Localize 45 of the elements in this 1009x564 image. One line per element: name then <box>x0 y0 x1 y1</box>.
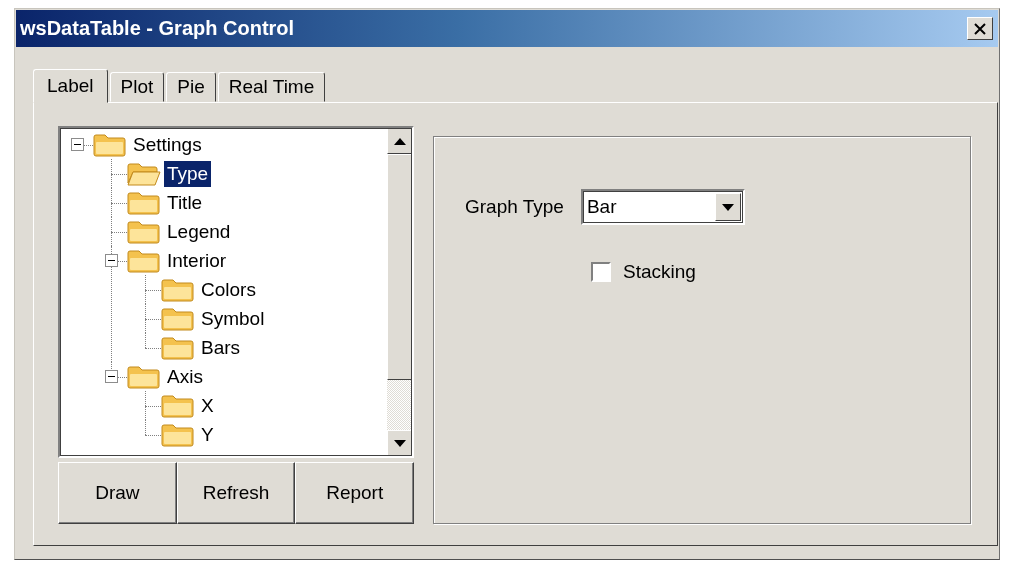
tree-item[interactable]: Bars <box>198 334 244 361</box>
tree-item[interactable]: Y <box>198 421 217 448</box>
tree-item[interactable]: Settings <box>130 131 205 158</box>
window-title: wsDataTable - Graph Control <box>20 17 295 40</box>
tab[interactable]: Real Time <box>217 72 326 102</box>
tree-item[interactable]: Interior <box>164 247 230 274</box>
folder-icon <box>161 306 195 331</box>
collapse-toggle-icon[interactable] <box>104 370 118 383</box>
tree-item[interactable]: Symbol <box>198 305 268 332</box>
graph-type-dropdown[interactable]: Bar <box>580 189 745 225</box>
tab[interactable]: Label <box>33 69 108 103</box>
close-button[interactable] <box>967 17 993 40</box>
tree-item[interactable]: Axis <box>164 363 206 390</box>
tree-item[interactable]: Legend <box>164 218 234 245</box>
folder-icon <box>161 335 195 360</box>
folder-icon <box>127 364 161 389</box>
dropdown-arrow-icon <box>721 203 734 211</box>
stacking-label: Stacking <box>623 261 696 283</box>
folder-icon <box>161 393 195 418</box>
up-arrow-icon <box>393 137 406 145</box>
folder-icon <box>127 190 161 215</box>
folder-icon <box>127 248 161 273</box>
scroll-up-button[interactable] <box>387 128 412 154</box>
action-button[interactable]: Refresh <box>176 462 296 524</box>
folder-icon <box>161 277 195 302</box>
close-icon <box>974 22 986 35</box>
tree-item[interactable]: Title <box>164 189 206 216</box>
tab[interactable]: Pie <box>166 72 216 102</box>
stacking-checkbox[interactable] <box>591 262 611 282</box>
collapse-toggle-icon[interactable] <box>104 254 118 267</box>
folder-icon <box>127 219 161 244</box>
graph-type-label: Graph Type <box>465 196 564 218</box>
open-folder-icon <box>127 161 161 186</box>
folder-icon <box>93 132 127 157</box>
scroll-down-button[interactable] <box>387 430 412 456</box>
action-button[interactable]: Draw <box>58 462 177 524</box>
action-button[interactable]: Report <box>295 462 414 524</box>
collapse-toggle-icon[interactable] <box>70 138 84 151</box>
folder-icon <box>161 422 195 447</box>
tree-item[interactable]: Type <box>164 160 212 187</box>
tab[interactable]: Plot <box>109 72 165 102</box>
tree-item[interactable]: Colors <box>198 276 259 303</box>
tree-item[interactable]: X <box>198 392 217 419</box>
down-arrow-icon <box>393 439 406 447</box>
scrollbar-thumb[interactable] <box>387 154 412 380</box>
